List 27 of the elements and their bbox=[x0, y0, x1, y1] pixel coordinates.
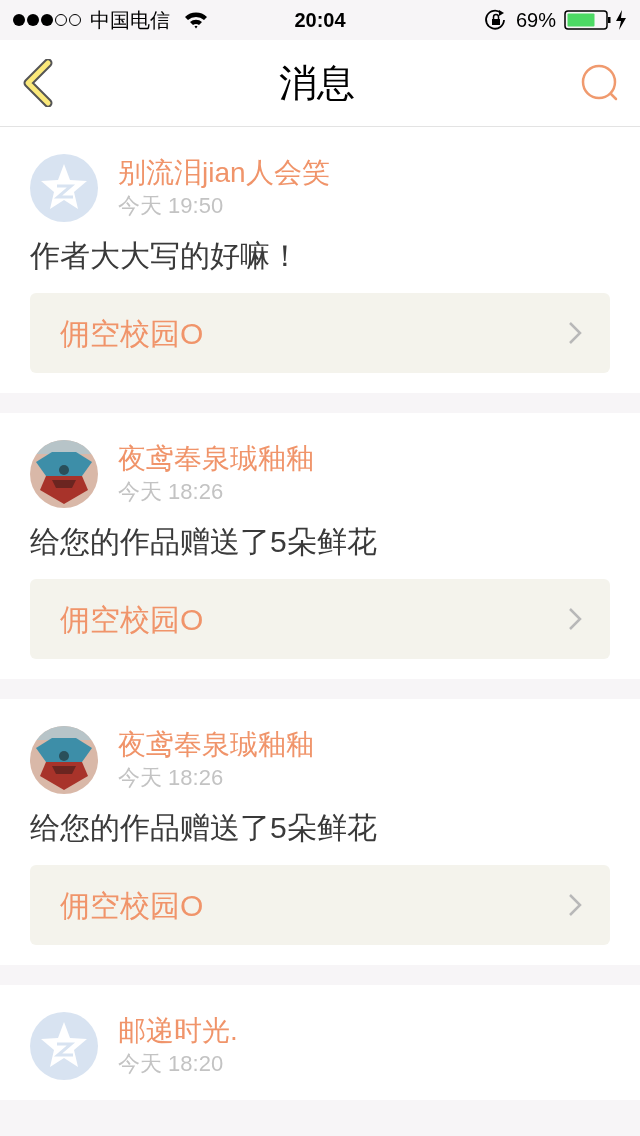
wifi-icon bbox=[184, 11, 208, 29]
message-time: 今天 18:26 bbox=[118, 764, 225, 792]
chevron-right-icon bbox=[568, 607, 582, 631]
work-link[interactable]: 佣空校园O bbox=[30, 579, 610, 659]
message-text: 作者大大写的好嘛！ bbox=[30, 238, 301, 274]
user-name[interactable]: 邮递时光. bbox=[118, 1013, 238, 1049]
carrier-name: 中国电信 bbox=[90, 8, 170, 33]
battery-percent: 69% bbox=[515, 8, 556, 33]
chevron-right-icon bbox=[568, 321, 582, 345]
battery-charging-icon bbox=[564, 9, 628, 31]
message-time: 今天 18:20 bbox=[118, 1050, 225, 1078]
default-avatar-icon bbox=[30, 154, 98, 222]
user-name[interactable]: 夜鸢奉泉珹釉釉 bbox=[118, 727, 314, 763]
work-link[interactable]: 佣空校园O bbox=[30, 293, 610, 373]
rotation-lock-icon bbox=[483, 9, 508, 31]
user-name[interactable]: 别流泪jian人会笑 bbox=[118, 155, 330, 191]
chevron-right-icon bbox=[568, 893, 582, 917]
signal-icon bbox=[12, 13, 84, 27]
page-title: 消息 bbox=[279, 60, 355, 106]
message-time: 今天 18:26 bbox=[118, 478, 225, 506]
message-text: 给您的作品赠送了5朵鲜花 bbox=[30, 524, 378, 560]
message-time: 今天 19:50 bbox=[118, 192, 225, 220]
default-avatar-icon bbox=[30, 1012, 98, 1080]
message-text: 给您的作品赠送了5朵鲜花 bbox=[30, 810, 378, 846]
work-link[interactable]: 佣空校园O bbox=[30, 865, 610, 945]
status-time: 20:04 bbox=[294, 8, 346, 33]
user-name[interactable]: 夜鸢奉泉珹釉釉 bbox=[118, 441, 314, 477]
